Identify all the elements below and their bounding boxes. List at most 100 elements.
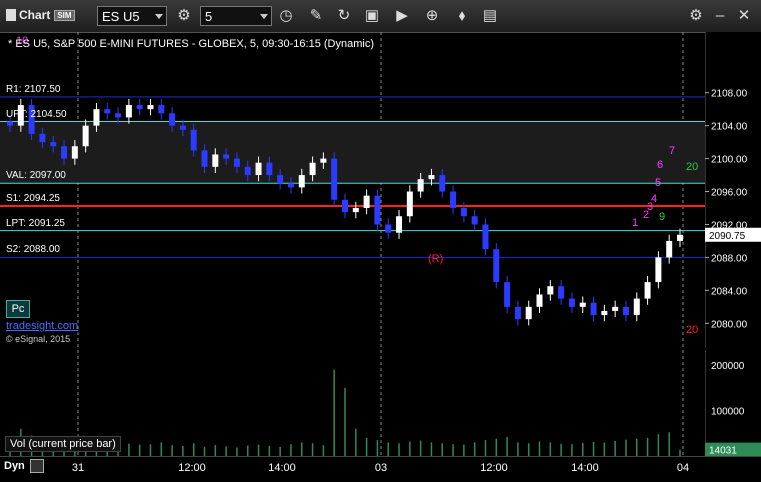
candle-body	[396, 216, 403, 233]
dyn-label[interactable]: Dyn	[4, 460, 25, 472]
price-tick-label: 2088.00	[711, 253, 748, 264]
pin-icon[interactable]: ⬧	[452, 6, 472, 26]
close-icon[interactable]: ✕	[734, 6, 754, 26]
price-tick-label: 2104.00	[711, 122, 748, 133]
candle-body	[460, 208, 467, 217]
price-chart[interactable]: 102020(R)12345679	[0, 32, 705, 348]
candle-body	[439, 175, 446, 192]
chart-annotation: 20	[686, 324, 698, 336]
candle-body	[71, 146, 78, 159]
level-label: R1: 2107.50	[6, 83, 61, 95]
level-label: S1: 2094.25	[6, 192, 60, 204]
app-title: Chart SIM	[6, 8, 75, 22]
candle-body	[590, 302, 597, 316]
candle-body	[525, 306, 532, 320]
candle-body	[61, 146, 68, 159]
candle-body	[612, 306, 619, 311]
candle-body	[504, 282, 511, 307]
candle-body	[255, 162, 262, 176]
candle-body	[385, 224, 392, 233]
save-icon[interactable]: ▤	[480, 6, 500, 26]
gift-icon[interactable]: ▣	[362, 6, 382, 26]
interval-gear-icon[interactable]: ⚙	[174, 6, 194, 26]
price-tick-label: 2096.00	[711, 188, 748, 199]
volume-tick-label: 100000	[711, 407, 745, 418]
candle-body	[115, 113, 122, 118]
candle-body	[158, 105, 165, 114]
time-tick-label: 14:00	[268, 462, 296, 474]
crosshair-icon[interactable]: ⊕	[422, 6, 442, 26]
interval-value: 5	[205, 9, 213, 24]
level-label: VAL: 2097.00	[6, 170, 66, 182]
website-link[interactable]: tradesight.com	[6, 320, 78, 332]
last-price-label: 2090.75	[709, 231, 746, 242]
time-tick-label: 12:00	[178, 462, 206, 474]
candle-body	[417, 179, 424, 192]
candle-body	[93, 109, 100, 126]
candle-body	[287, 183, 294, 188]
candle-body	[450, 191, 457, 208]
chart-annotation: 20	[686, 161, 698, 173]
play-icon[interactable]: ▶	[392, 6, 412, 26]
settings-icon[interactable]: ⚙	[686, 6, 706, 26]
time-tick-label: 03	[374, 462, 388, 474]
candle-body	[233, 158, 240, 167]
clock-icon[interactable]: ◷	[276, 6, 296, 26]
candle-body	[82, 125, 89, 147]
candle-body	[50, 142, 57, 147]
candle-body	[352, 208, 359, 213]
interval-select[interactable]: 5	[200, 6, 272, 26]
candle-body	[136, 105, 143, 110]
level-label: UPT: 2104.50	[6, 108, 67, 120]
candle-body	[223, 154, 230, 159]
chart-app-icon	[6, 9, 16, 21]
candle-body	[298, 175, 305, 188]
chevron-down-icon	[260, 14, 268, 19]
candle-body	[125, 105, 132, 118]
candle-body	[244, 166, 251, 176]
candle-body	[482, 224, 489, 250]
candle-body	[666, 240, 673, 258]
candle-body	[601, 310, 608, 316]
zoom-icon[interactable]	[30, 459, 44, 473]
candle-body	[406, 191, 413, 217]
candle-body	[514, 306, 521, 320]
chart-annotation: 5	[655, 177, 661, 189]
sim-badge: SIM	[54, 10, 75, 21]
candle-body	[277, 175, 284, 184]
candle-body	[633, 298, 640, 316]
time-tick-label: 12:00	[480, 462, 508, 474]
price-tick-label: 2084.00	[711, 286, 748, 297]
candle-body	[644, 282, 651, 299]
candle-body	[677, 234, 683, 241]
chart-annotation: 7	[669, 145, 675, 157]
chart-annotation: 9	[659, 211, 665, 223]
chart-annotation: (R)	[428, 253, 443, 265]
copyright-text: © eSignal, 2015	[6, 334, 71, 344]
price-tick-label: 2080.00	[711, 319, 748, 330]
pc-button[interactable]: Pc	[6, 300, 30, 318]
chart-title: * ES U5, S&P 500 E-MINI FUTURES - GLOBEX…	[8, 38, 374, 50]
candle-body	[147, 105, 154, 110]
volume-label: Vol (current price bar)	[5, 436, 121, 452]
candle-body	[374, 195, 381, 225]
candle-body	[493, 249, 500, 283]
chart-annotation: 6	[657, 159, 663, 171]
pencil-icon[interactable]: ✎	[306, 6, 326, 26]
level-label: S2: 2088.00	[6, 244, 60, 256]
price-tick-label: 2100.00	[711, 155, 748, 166]
minimize-icon[interactable]: –	[710, 6, 730, 26]
candle-body	[579, 302, 586, 307]
symbol-select[interactable]: ES U5	[97, 6, 167, 26]
price-tick-label: 2108.00	[711, 89, 748, 100]
time-tick-label: 31	[71, 462, 85, 474]
candle-body	[342, 199, 348, 213]
candle-body	[39, 133, 46, 143]
candle-body	[331, 158, 338, 200]
candle-body	[179, 125, 186, 130]
chevron-down-icon	[155, 14, 163, 19]
refresh-icon[interactable]: ↻	[334, 6, 354, 26]
chart-annotation: 4	[651, 193, 657, 205]
candle-body	[428, 175, 435, 180]
candle-body	[568, 298, 575, 307]
